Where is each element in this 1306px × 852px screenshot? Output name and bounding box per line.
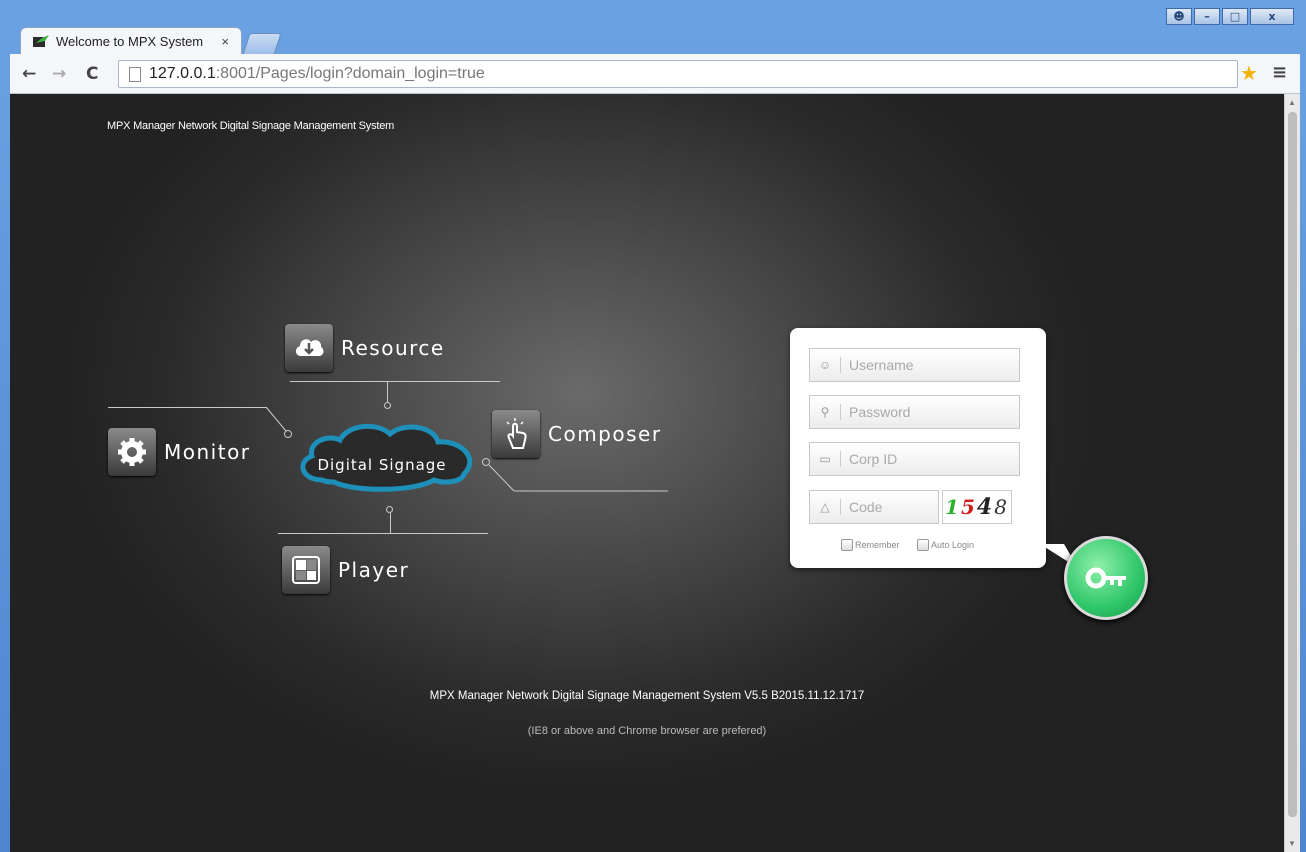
player-module[interactable]: Player	[282, 546, 409, 594]
player-line	[278, 533, 488, 534]
footer-note: (IE8 or above and Chrome browser are pre…	[527, 725, 767, 737]
maximize-icon[interactable]: □	[1222, 8, 1248, 25]
captcha-digit: 1	[945, 495, 961, 519]
resource-node	[384, 402, 391, 409]
computer-icon: ▭	[819, 452, 831, 466]
footer-title: MPX Manager Network Digital Signage Mana…	[429, 690, 865, 702]
auto-login-label: Auto Login	[931, 540, 975, 550]
captcha-image[interactable]: 1548	[942, 490, 1012, 524]
remember-checkbox[interactable]: Remember	[841, 539, 900, 551]
tab-close-icon[interactable]: ×	[221, 34, 229, 49]
bookmark-star-icon[interactable]: ★	[1240, 61, 1258, 86]
cloud-download-icon	[285, 324, 333, 372]
player-stem	[390, 513, 391, 533]
code-field[interactable]: △	[809, 490, 939, 524]
system-title: MPX Manager Network Digital Signage Mana…	[107, 120, 395, 132]
page-icon	[129, 66, 141, 82]
close-icon[interactable]: x	[1250, 8, 1294, 25]
login-button[interactable]	[1064, 536, 1148, 620]
window-controls: ☻ – □ x	[1166, 8, 1294, 25]
browser-window: ☻ – □ x Welcome to MPX System × ← → C 12…	[0, 0, 1306, 852]
address-bar[interactable]: 127.0.0.1:8001/Pages/login?domain_login=…	[118, 60, 1238, 88]
player-node	[386, 506, 393, 513]
monitor-label: Monitor	[164, 440, 251, 464]
monitor-line	[108, 407, 266, 408]
url-host: 127.0.0.1	[149, 65, 216, 82]
forward-arrow-icon[interactable]: →	[52, 64, 66, 84]
digital-signage-label: Digital Signage	[317, 456, 447, 474]
player-icon	[282, 546, 330, 594]
resource-line	[290, 381, 500, 382]
remember-label: Remember	[855, 540, 900, 550]
captcha-digit: 5	[960, 495, 977, 519]
composer-module[interactable]: Composer	[492, 410, 662, 458]
auto-login-checkbox[interactable]: Auto Login	[917, 539, 974, 551]
corp-id-field[interactable]: ▭	[809, 442, 1020, 476]
auto-login-box[interactable]	[917, 539, 929, 551]
vertical-scrollbar[interactable]: ▲ ▼	[1284, 94, 1300, 852]
password-field[interactable]: ⚲	[809, 395, 1020, 429]
corp-id-input[interactable]	[849, 451, 999, 467]
browser-tab[interactable]: Welcome to MPX System ×	[20, 27, 242, 55]
url-path: :8001/Pages/login?domain_login=true	[215, 65, 485, 82]
scroll-up-icon[interactable]: ▲	[1288, 98, 1296, 107]
reload-icon[interactable]: C	[86, 64, 98, 84]
key-icon	[1085, 567, 1126, 589]
browser-toolbar: ← → C 127.0.0.1:8001/Pages/login?domain_…	[10, 54, 1300, 94]
user-icon: ☺	[818, 358, 832, 372]
tab-title: Welcome to MPX System	[56, 34, 204, 49]
remember-box[interactable]	[841, 539, 853, 551]
captcha-digit: 4	[976, 494, 995, 520]
user-icon[interactable]: ☻	[1166, 8, 1192, 25]
login-panel: ☺ ⚲ ▭ △ 1548 Remember Auto Login	[790, 328, 1046, 568]
minimize-icon[interactable]: –	[1194, 8, 1220, 25]
resource-module[interactable]: Resource	[285, 324, 445, 372]
scrollbar-thumb[interactable]	[1288, 112, 1297, 817]
username-field[interactable]: ☺	[809, 348, 1020, 382]
captcha-digit: 8	[994, 495, 1009, 519]
scroll-down-icon[interactable]: ▼	[1288, 839, 1296, 848]
back-arrow-icon[interactable]: ←	[22, 64, 36, 84]
menu-icon[interactable]: ≡	[1272, 62, 1287, 83]
username-input[interactable]	[849, 357, 999, 373]
key-icon: ⚲	[820, 405, 830, 419]
mpx-favicon-icon	[33, 35, 49, 47]
page-viewport: MPX Manager Network Digital Signage Mana…	[10, 94, 1284, 852]
new-tab-button[interactable]	[242, 33, 282, 55]
player-label: Player	[338, 558, 410, 582]
composer-connector	[482, 458, 668, 492]
code-input[interactable]	[849, 499, 929, 515]
warning-icon: △	[820, 500, 830, 514]
resource-label: Resource	[341, 336, 445, 360]
resource-stem	[387, 382, 388, 402]
monitor-module[interactable]: Monitor	[108, 428, 251, 476]
hand-pointer-icon	[492, 410, 540, 458]
gear-icon	[108, 428, 156, 476]
password-input[interactable]	[849, 404, 999, 420]
composer-label: Composer	[548, 422, 662, 446]
